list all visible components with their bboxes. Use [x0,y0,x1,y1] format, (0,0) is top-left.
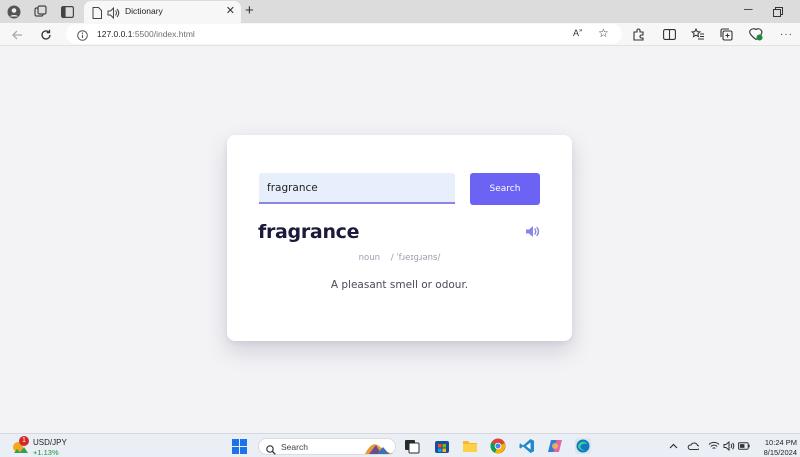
result-word: fragrance [258,221,360,243]
address-bar[interactable]: 127.0.0.1:5500/index.html A» ☆ [66,24,622,44]
favorite-star-icon[interactable]: ☆ [598,26,609,40]
part-of-speech: noun [358,253,381,263]
store-icon[interactable] [434,438,450,454]
battery-icon[interactable] [738,440,750,452]
copilot-icon[interactable] [547,438,563,454]
clock-time[interactable]: 10:24 PM [757,438,797,447]
tab-dictionary[interactable]: Dictionary ✕ [84,1,241,23]
wifi-icon[interactable] [708,440,720,452]
page-icon [92,6,102,24]
word-search-input[interactable] [259,173,455,204]
workspaces-icon[interactable] [31,3,49,20]
restore-icon[interactable] [773,4,783,22]
dictionary-card: Search fragrance noun / ˈfɹeɪɡɹəns/ A pl… [227,135,572,341]
new-tab-icon[interactable]: + [245,2,254,20]
stock-change: +1.13% [33,448,59,457]
phonetic: / ˈfɹeɪɡɹəns/ [390,253,441,263]
tab-actions-icon[interactable] [58,3,76,20]
close-tab-icon[interactable]: ✕ [226,5,235,17]
refresh-icon[interactable] [38,27,53,42]
browser-essentials-icon[interactable] [748,27,763,42]
stock-name[interactable]: USD/JPY [33,438,67,447]
taskbar: 1 USD/JPY +1.13% Search 10:24 PM 8/15/20… [0,433,800,457]
collections-icon[interactable] [719,27,734,42]
chrome-icon[interactable] [490,438,506,454]
file-explorer-icon[interactable] [462,438,478,454]
show-hidden-icons-icon[interactable] [667,440,679,452]
favorites-icon[interactable] [690,27,705,42]
search-icon [266,442,276,457]
clock-date[interactable]: 8/15/2024 [757,448,797,457]
minimize-icon[interactable]: ─ [744,2,753,16]
tab-strip: Dictionary ✕ + ─ [0,0,800,23]
word-details: noun / ˈfɹeɪɡɹəns/ [227,253,572,263]
read-aloud-icon[interactable]: A» [573,28,582,38]
tab-title: Dictionary [125,6,163,16]
edge-icon[interactable] [575,438,591,454]
search-highlight-icon [365,440,393,457]
task-view-icon[interactable] [404,438,420,454]
url-text[interactable]: 127.0.0.1:5500/index.html [97,29,195,39]
browser-toolbar: 127.0.0.1:5500/index.html A» ☆ ··· [0,23,800,46]
more-icon[interactable]: ··· [779,27,794,42]
back-icon[interactable] [9,27,24,42]
taskbar-search-label: Search [281,442,308,452]
search-button[interactable]: Search [470,173,540,205]
vscode-icon[interactable] [519,438,535,454]
volume-icon[interactable] [723,440,735,452]
notification-badge: 1 [19,436,29,446]
windows-start-icon[interactable] [232,439,247,454]
speaker-icon[interactable] [107,6,120,24]
taskbar-search[interactable]: Search [258,438,396,455]
info-icon[interactable] [77,28,88,46]
extensions-icon[interactable] [631,27,646,42]
play-sound-icon[interactable] [525,225,541,238]
profile-icon[interactable] [5,3,23,20]
word-meaning: A pleasant smell or odour. [330,279,469,291]
onedrive-icon[interactable] [687,440,699,452]
split-screen-icon[interactable] [662,27,677,42]
